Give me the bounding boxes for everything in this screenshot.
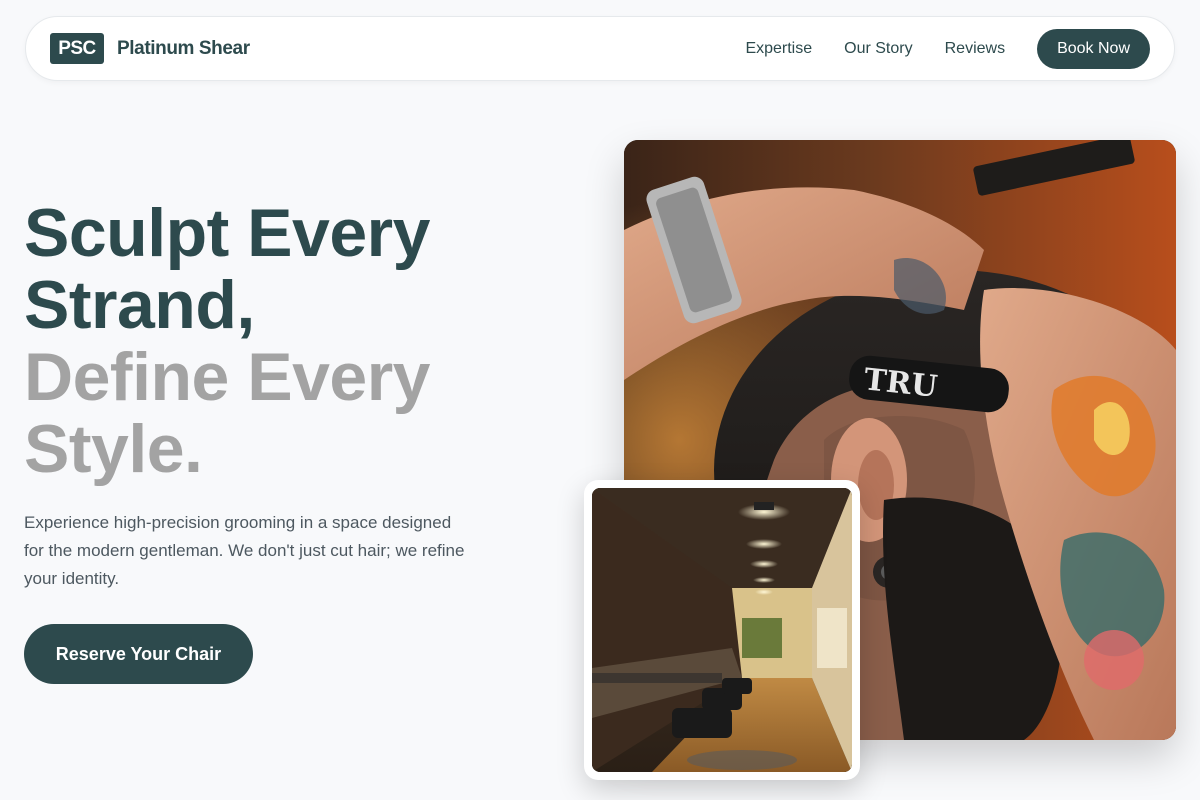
barbershop-interior-photo (592, 488, 852, 772)
hero-description: Experience high-precision grooming in a … (24, 513, 465, 588)
nav-link-reviews[interactable]: Reviews (945, 40, 1005, 58)
page: PSC Platinum Shear Expertise Our Story R… (0, 0, 1200, 800)
hero-title: Sculpt Every Strand, Define Every Style. (24, 197, 584, 485)
book-now-button[interactable]: Book Now (1037, 28, 1150, 69)
brand-name[interactable]: Platinum Shear (117, 38, 250, 60)
nav-links: Expertise Our Story Reviews Book Now (745, 28, 1150, 69)
logo-mark[interactable]: PSC (50, 33, 104, 64)
hero-title-line-1: Sculpt Every (24, 195, 430, 271)
nav-link-our-story[interactable]: Our Story (844, 40, 912, 58)
inset-photo-frame (584, 480, 860, 780)
hero-title-line-3: Define Every (24, 339, 430, 415)
top-navbar: PSC Platinum Shear Expertise Our Story R… (25, 16, 1175, 81)
hero-title-line-4: Style. (24, 411, 203, 487)
nav-link-expertise[interactable]: Expertise (745, 40, 812, 58)
barbershop-interior-illustration (592, 488, 852, 772)
reserve-chair-button[interactable]: Reserve Your Chair (24, 624, 253, 684)
hero-title-line-2: Strand, (24, 267, 255, 343)
